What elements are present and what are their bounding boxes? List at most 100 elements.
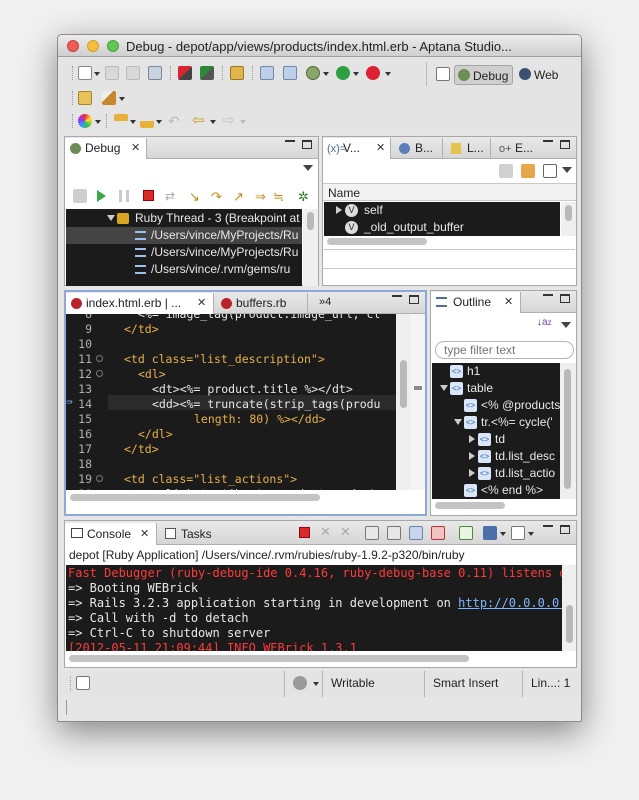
show-on-stderr-icon[interactable] — [431, 526, 445, 540]
vertical-scrollbar[interactable] — [303, 209, 318, 286]
open-console-icon[interactable] — [511, 526, 525, 540]
minimize-view-icon[interactable] — [543, 294, 553, 304]
tab-expressions[interactable]: o+ E... — [493, 138, 539, 159]
maximize-view-icon[interactable] — [302, 140, 312, 149]
search-icon[interactable] — [260, 66, 274, 80]
horizontal-scrollbar[interactable] — [69, 655, 469, 662]
outline-item[interactable]: <> td — [432, 431, 560, 448]
outline-filter-input[interactable] — [435, 341, 574, 359]
close-icon[interactable]: ✕ — [376, 138, 385, 158]
previous-annotation-icon[interactable] — [140, 114, 154, 128]
open-project-icon[interactable] — [230, 66, 244, 80]
vertical-scrollbar[interactable] — [396, 314, 411, 490]
color-icon[interactable] — [78, 114, 92, 128]
show-types-icon[interactable] — [499, 164, 513, 178]
zoom-window-button[interactable] — [107, 40, 119, 52]
new-icon[interactable] — [78, 66, 92, 80]
vertical-scrollbar[interactable] — [562, 565, 576, 651]
fold-toggle-icon[interactable] — [96, 355, 103, 362]
close-icon[interactable]: ✕ — [504, 292, 513, 312]
external-tools-icon[interactable] — [366, 66, 380, 80]
print-icon[interactable] — [148, 66, 162, 80]
maximize-view-icon[interactable] — [560, 525, 570, 534]
open-perspective-icon[interactable] — [436, 67, 450, 81]
view-menu-icon[interactable] — [562, 167, 572, 173]
vertical-scrollbar[interactable] — [560, 363, 576, 499]
clear-console-icon[interactable] — [365, 526, 379, 540]
pin-console-icon[interactable] — [459, 526, 473, 540]
collapse-arrow-icon[interactable] — [440, 385, 448, 391]
remove-all-terminated-icon[interactable]: ✕ — [340, 524, 351, 540]
debug-options-icon[interactable]: ✲ — [298, 189, 312, 204]
code-editor[interactable]: 8 <%= image_tag(product.image_url, cl 9 </t… — [66, 314, 396, 490]
tab-index-html-erb[interactable]: index.html.erb | ... ✕ — [66, 293, 214, 314]
more-tabs-button[interactable]: »4 — [319, 292, 331, 312]
maximize-view-icon[interactable] — [560, 140, 570, 149]
expand-arrow-icon[interactable] — [107, 215, 115, 221]
debug-run-icon[interactable] — [306, 66, 320, 80]
next-annotation-icon[interactable] — [114, 114, 128, 128]
minimize-window-button[interactable] — [87, 40, 99, 52]
back-icon[interactable]: ⇦ — [192, 113, 206, 128]
console-output[interactable]: Fast Debugger (ruby-debug-ide 0.4.16, ru… — [66, 565, 562, 651]
back-dropdown-icon[interactable] — [210, 120, 216, 124]
vertical-scrollbar[interactable] — [561, 202, 576, 236]
remove-terminated-icon[interactable] — [73, 189, 87, 203]
close-icon[interactable]: ✕ — [131, 138, 140, 158]
outline-item[interactable]: <> <% end %> — [432, 482, 560, 499]
tree-row[interactable]: Ruby Thread - 3 (Breakpoint at — [66, 210, 302, 227]
step-over-icon[interactable]: ↷ — [211, 189, 225, 204]
step-return-icon[interactable]: ↗ — [233, 189, 247, 204]
color-dropdown-icon[interactable] — [95, 120, 101, 124]
previous-annotation-dropdown-icon[interactable] — [156, 120, 162, 124]
outline-item[interactable]: <> table — [432, 380, 560, 397]
close-icon[interactable]: ✕ — [140, 523, 149, 545]
tree-row[interactable]: /Users/vince/MyProjects/Ru — [66, 244, 302, 261]
expand-arrow-icon[interactable] — [469, 452, 475, 460]
close-window-button[interactable] — [67, 40, 79, 52]
collapse-all-icon[interactable] — [543, 164, 557, 178]
expand-arrow-icon[interactable] — [469, 469, 475, 477]
disconnect-icon[interactable]: ⇄ — [165, 189, 179, 203]
run-icon[interactable] — [336, 66, 350, 80]
forward-icon[interactable]: ⇨ — [222, 113, 236, 128]
suspend-icon[interactable] — [119, 190, 129, 202]
fold-toggle-icon[interactable] — [96, 475, 103, 482]
use-step-filters-icon[interactable]: ≒ — [273, 189, 287, 204]
horizontal-scrollbar[interactable] — [327, 238, 427, 245]
remove-launch-icon[interactable]: ✕ — [320, 524, 331, 540]
expand-arrow-icon[interactable] — [469, 435, 475, 443]
tab-tasks[interactable]: Tasks — [159, 523, 219, 545]
resume-icon[interactable] — [97, 190, 106, 202]
view-menu-icon[interactable] — [561, 322, 571, 328]
perspective-debug-button[interactable]: Debug — [454, 65, 514, 85]
outline-item[interactable]: <> h1 — [432, 363, 560, 380]
fold-toggle-icon[interactable] — [96, 370, 103, 377]
drop-to-frame-icon[interactable]: ⇒ — [255, 189, 269, 204]
outline-item[interactable]: <> td.list_actio — [432, 465, 560, 482]
outline-item[interactable]: <> tr.<%= cycle(' — [432, 414, 560, 431]
wand-dropdown-icon[interactable] — [119, 97, 125, 101]
minimize-view-icon[interactable] — [392, 295, 402, 305]
tab-variables[interactable]: (x)= V... ✕ — [323, 138, 391, 159]
terminate-icon[interactable] — [299, 527, 310, 538]
tab-console[interactable]: Console ✕ — [65, 523, 157, 545]
minimize-view-icon[interactable] — [543, 140, 553, 150]
display-console-dropdown-icon[interactable] — [500, 532, 506, 536]
minimize-view-icon[interactable] — [285, 140, 295, 150]
tab-live-expressions[interactable]: L... — [445, 138, 491, 159]
outline-item[interactable]: <> td.list_desc — [432, 448, 560, 465]
horizontal-scrollbar[interactable] — [435, 502, 505, 509]
toggle-breakpoint-icon[interactable] — [178, 66, 192, 80]
tree-row[interactable]: /Users/vince/.rvm/gems/ru — [66, 261, 302, 278]
show-on-stdout-icon[interactable] — [409, 526, 423, 540]
show-logical-structure-icon[interactable] — [521, 164, 535, 178]
terminal-icon[interactable] — [283, 66, 297, 80]
tree-row[interactable]: /Users/vince/MyProjects/Ru — [66, 227, 302, 244]
variable-detail-pane[interactable] — [323, 250, 576, 268]
variable-row[interactable]: V _old_output_buffer — [324, 219, 560, 236]
minimize-view-icon[interactable] — [543, 525, 553, 535]
display-console-icon[interactable] — [483, 526, 497, 540]
tab-breakpoints[interactable]: B... — [393, 138, 443, 159]
perspective-web-button[interactable]: Web — [516, 65, 562, 85]
